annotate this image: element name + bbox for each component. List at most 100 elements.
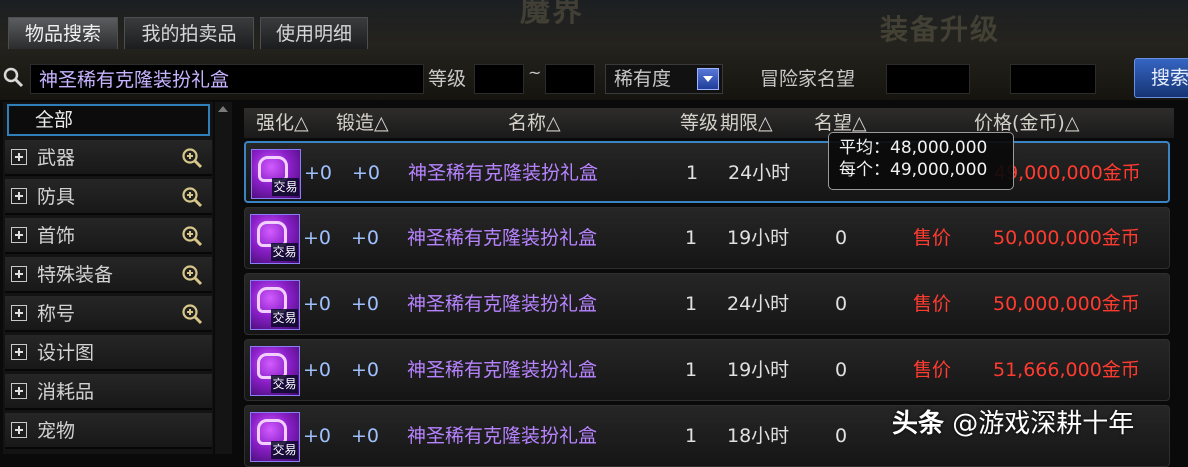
gift-box-icon[interactable]: 交易 (250, 280, 300, 330)
search-button[interactable]: 搜索 (1134, 58, 1188, 98)
table-row[interactable]: 交易 +0 +0 神圣稀有克隆装扮礼盒 1 24小时 49,000,000金币 (244, 141, 1170, 203)
period-value: 18小时 (727, 425, 790, 447)
expand-plus-icon[interactable] (11, 227, 27, 243)
forge-value: +0 (352, 162, 381, 184)
table-header: 强化△ 锻造△ 名称△ 等级 期限△ 名望△ 价格(金币)△ (244, 108, 1174, 138)
scroll-up-arrow-icon[interactable] (218, 106, 228, 112)
tooltip-average: 平均：48,000,000 (839, 138, 988, 158)
sidebar-item-label: 特殊装备 (37, 264, 114, 286)
chevron-down-icon[interactable] (697, 68, 719, 90)
category-all[interactable]: 全部 (7, 104, 210, 136)
trade-badge: 交易 (271, 309, 298, 327)
sidebar-item-label: 设计图 (37, 342, 95, 364)
forge-value: +0 (351, 227, 380, 249)
trade-badge: 交易 (271, 243, 298, 261)
watermark-brand: 头条 (892, 409, 945, 439)
item-name: 神圣稀有克隆装扮礼盒 (407, 425, 598, 447)
expand-plus-icon[interactable] (11, 383, 27, 399)
enhance-value: +0 (303, 425, 332, 447)
watermark-handle: @游戏深耕十年 (952, 409, 1135, 439)
level-max-input[interactable] (545, 64, 595, 94)
gift-box-icon[interactable]: 交易 (250, 346, 300, 396)
level-min-input[interactable] (474, 64, 524, 94)
sidebar-scrollbar[interactable] (215, 102, 232, 454)
search-icon (3, 67, 24, 88)
zoom-in-icon[interactable] (181, 186, 203, 208)
col-level: 等级 (680, 112, 719, 134)
price-value: 50,000,000金币 (993, 227, 1140, 249)
period-value: 19小时 (727, 227, 790, 249)
level-range-separator: ~ (528, 63, 542, 82)
zoom-in-icon[interactable] (181, 147, 203, 169)
sidebar-item[interactable]: 防具 (5, 179, 212, 215)
forge-value: +0 (351, 293, 380, 315)
sidebar-item[interactable]: 特殊装备 (5, 257, 212, 293)
gift-box-icon[interactable]: 交易 (250, 412, 300, 462)
item-name: 神圣稀有克隆装扮礼盒 (407, 359, 598, 381)
level-value: 1 (685, 227, 698, 249)
item-name: 神圣稀有克隆装扮礼盒 (407, 227, 598, 249)
forge-value: +0 (351, 359, 380, 381)
col-forge[interactable]: 锻造△ (336, 108, 389, 138)
sidebar-item-label: 称号 (37, 303, 76, 325)
fame-value: 0 (835, 425, 848, 447)
col-name[interactable]: 名称△ (508, 108, 561, 138)
sidebar-item-label: 首饰 (37, 225, 76, 247)
trade-badge: 交易 (271, 375, 298, 393)
sidebar-item[interactable]: 首饰 (5, 218, 212, 254)
fame-min-input[interactable] (886, 64, 970, 94)
sidebar-item-label: 武器 (37, 147, 76, 169)
rarity-select-label: 稀有度 (614, 68, 672, 90)
fame-max-input[interactable] (1010, 64, 1096, 94)
col-period[interactable]: 期限△ (720, 108, 773, 138)
price-value: 50,000,000金币 (993, 293, 1140, 315)
price-tag: 售价 (913, 359, 952, 381)
enhance-value: +0 (303, 293, 332, 315)
tooltip-each: 每个：49,000,000 (839, 160, 988, 180)
price-tag: 售价 (913, 227, 952, 249)
enhance-value: +0 (303, 359, 332, 381)
level-label: 等级 (428, 68, 467, 90)
sidebar-item-label: 宠物 (37, 420, 76, 442)
background-upgrade-text: 装备升级 (880, 13, 1001, 46)
price-value: 49,000,000金币 (994, 162, 1141, 184)
category-sidebar: 全部 武器防具首饰特殊装备称号设计图消耗品宠物 (3, 102, 213, 454)
expand-plus-icon[interactable] (11, 344, 27, 360)
trade-badge: 交易 (271, 441, 298, 459)
sidebar-item[interactable]: 消耗品 (5, 374, 212, 410)
level-value: 1 (685, 293, 698, 315)
fame-value: 0 (835, 293, 848, 315)
search-input[interactable]: 神圣稀有克隆装扮礼盒 (30, 64, 424, 94)
sidebar-item[interactable]: 武器 (5, 140, 212, 176)
fame-label: 冒险家名望 (760, 68, 856, 90)
expand-plus-icon[interactable] (11, 422, 27, 438)
price-value: 51,666,000金币 (993, 359, 1140, 381)
expand-plus-icon[interactable] (11, 149, 27, 165)
watermark: 头条 @游戏深耕十年 (892, 404, 1134, 444)
zoom-in-icon[interactable] (181, 303, 203, 325)
sidebar-item[interactable]: 设计图 (5, 335, 212, 371)
tab-item-search[interactable]: 物品搜索 (8, 17, 118, 49)
tab-usage-details[interactable]: 使用明细 (260, 17, 368, 49)
tab-my-auctions[interactable]: 我的拍卖品 (124, 17, 254, 49)
expand-plus-icon[interactable] (11, 266, 27, 282)
trade-badge: 交易 (272, 178, 299, 196)
sidebar-item[interactable]: 称号 (5, 296, 212, 332)
table-row[interactable]: 交易 +0 +0 神圣稀有克隆装扮礼盒 1 24小时 0 售价 50,000,000金币 (244, 273, 1170, 335)
expand-plus-icon[interactable] (11, 188, 27, 204)
forge-value: +0 (351, 425, 380, 447)
table-row[interactable]: 交易 +0 +0 神圣稀有克隆装扮礼盒 1 19小时 0 售价 50,000,000金币 (244, 207, 1170, 269)
gift-box-icon[interactable]: 交易 (250, 214, 300, 264)
item-name: 神圣稀有克隆装扮礼盒 (408, 162, 599, 184)
zoom-in-icon[interactable] (181, 225, 203, 247)
gift-box-icon[interactable]: 交易 (251, 149, 301, 199)
rarity-select[interactable]: 稀有度 (605, 64, 723, 94)
fame-value: 0 (835, 227, 848, 249)
sidebar-item[interactable]: 宠物 (5, 413, 212, 449)
expand-plus-icon[interactable] (11, 305, 27, 321)
table-row[interactable]: 交易 +0 +0 神圣稀有克隆装扮礼盒 1 19小时 0 售价 51,666,000金币 (244, 339, 1170, 401)
col-enhance[interactable]: 强化△ (256, 108, 309, 138)
period-value: 24小时 (728, 162, 791, 184)
zoom-in-icon[interactable] (181, 264, 203, 286)
period-value: 24小时 (727, 293, 790, 315)
